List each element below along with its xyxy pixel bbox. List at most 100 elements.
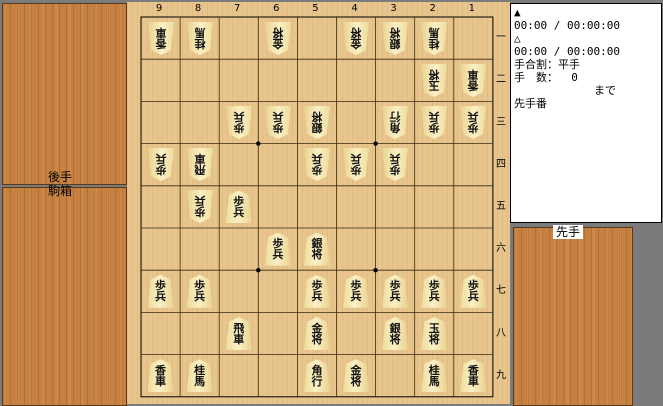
- piece-gote[interactable]: 香車: [460, 64, 486, 97]
- piece-glyph: 馬: [428, 374, 440, 388]
- gote-mark: △: [514, 32, 521, 45]
- rank-number: 三: [496, 116, 506, 128]
- piece-gote[interactable]: 歩兵: [343, 148, 369, 181]
- piece-glyph: 角: [389, 121, 401, 135]
- piece-glyph: 車: [233, 332, 245, 346]
- piece-sente[interactable]: 歩兵: [225, 190, 252, 224]
- hoshi-dot: [256, 141, 261, 146]
- piece-sente[interactable]: 桂馬: [186, 359, 213, 393]
- piece-gote[interactable]: 香車: [148, 22, 174, 55]
- piece-sente[interactable]: 歩兵: [382, 274, 409, 308]
- piece-sente[interactable]: 玉将: [421, 317, 448, 350]
- piece-glyph: 銀: [311, 121, 323, 135]
- piece-glyph: 兵: [428, 110, 440, 124]
- piece-glyph: 将: [311, 248, 323, 262]
- piece-sente[interactable]: 飛車: [225, 317, 252, 350]
- piece-glyph: 兵: [194, 194, 206, 208]
- sente-komadai-label: 先手: [553, 225, 583, 239]
- file-number: 8: [194, 3, 202, 14]
- piece-sente[interactable]: 歩兵: [303, 274, 330, 308]
- piece-glyph: 馬: [194, 26, 206, 40]
- piece-sente[interactable]: 歩兵: [264, 232, 291, 266]
- piece-gote[interactable]: 玉将: [421, 64, 447, 97]
- hoshi-dot: [256, 268, 261, 273]
- piece-glyph: 兵: [467, 110, 479, 124]
- piece-gote[interactable]: 角行: [382, 106, 408, 139]
- piece-gote[interactable]: 歩兵: [187, 190, 213, 223]
- piece-glyph: 車: [194, 152, 206, 166]
- file-number: 7: [234, 3, 241, 14]
- piece-sente[interactable]: 金将: [303, 317, 330, 350]
- piece-glyph: 将: [389, 26, 401, 40]
- piece-glyph: 兵: [350, 290, 362, 304]
- rank-number: 九: [496, 369, 506, 381]
- piece-sente[interactable]: 歩兵: [343, 274, 370, 308]
- piece-glyph: 将: [428, 68, 440, 82]
- piece-sente[interactable]: 歩兵: [186, 274, 213, 308]
- piece-glyph: 兵: [194, 290, 206, 304]
- gote-komadai[interactable]: [2, 187, 127, 406]
- piece-glyph: 歩: [233, 121, 245, 135]
- piece-gote[interactable]: 歩兵: [460, 106, 486, 139]
- piece-glyph: 兵: [311, 290, 323, 304]
- piece-glyph: 将: [350, 374, 362, 388]
- piece-glyph: 車: [467, 374, 479, 388]
- piece-glyph: 歩: [311, 163, 323, 177]
- piece-glyph: 馬: [194, 374, 206, 388]
- rank-number: 二: [496, 74, 506, 86]
- piece-glyph: 銀: [389, 37, 401, 51]
- piece-sente[interactable]: 香車: [147, 359, 174, 393]
- piece-sente[interactable]: 歩兵: [460, 274, 487, 308]
- piece-sente[interactable]: 香車: [460, 359, 487, 393]
- piece-gote[interactable]: 歩兵: [382, 148, 408, 181]
- piece-glyph: 兵: [233, 205, 245, 219]
- piece-gote[interactable]: 歩兵: [148, 148, 174, 181]
- file-number: 6: [273, 3, 280, 14]
- piece-gote[interactable]: 歩兵: [304, 148, 330, 181]
- piece-gote[interactable]: 歩兵: [265, 106, 291, 139]
- piece-gote[interactable]: 桂馬: [421, 22, 447, 55]
- piece-glyph: 車: [155, 26, 167, 40]
- piece-sente[interactable]: 金将: [343, 359, 370, 393]
- sente-komadai[interactable]: [513, 227, 633, 406]
- piece-gote[interactable]: 歩兵: [226, 106, 252, 139]
- piece-glyph: 兵: [233, 110, 245, 124]
- rank-number: 七: [496, 285, 506, 297]
- piece-gote[interactable]: 銀将: [382, 22, 408, 55]
- piece-glyph: 兵: [389, 152, 401, 166]
- piece-glyph: 桂: [428, 37, 440, 51]
- piece-sente[interactable]: 歩兵: [147, 274, 174, 308]
- piece-sente[interactable]: 角行: [303, 359, 330, 393]
- sente-time: 00:00 / 00:00:00: [514, 19, 620, 32]
- piece-gote[interactable]: 飛車: [187, 148, 213, 181]
- piece-sente[interactable]: 歩兵: [421, 274, 448, 308]
- piece-gote[interactable]: 桂馬: [187, 22, 213, 55]
- rank-number: 六: [496, 243, 506, 255]
- piece-glyph: 将: [389, 332, 401, 346]
- gote-komadai-label: 後手 駒箱: [40, 170, 80, 198]
- piece-glyph: 将: [428, 332, 440, 346]
- piece-sente[interactable]: 銀将: [303, 232, 330, 266]
- piece-glyph: 行: [311, 374, 323, 388]
- file-number: 5: [312, 3, 319, 14]
- piece-glyph: 兵: [428, 290, 440, 304]
- piece-gote[interactable]: 銀将: [304, 106, 330, 139]
- piece-gote[interactable]: 金将: [343, 22, 369, 55]
- piece-gote[interactable]: 歩兵: [421, 106, 447, 139]
- komabako-label: 駒箱: [47, 184, 72, 198]
- rank-number: 四: [496, 158, 506, 170]
- piece-sente[interactable]: 銀将: [382, 317, 409, 350]
- piece-gote[interactable]: 金将: [265, 22, 291, 55]
- piece-glyph: 金: [350, 37, 362, 51]
- rank-number: 八: [496, 327, 506, 339]
- piece-sente[interactable]: 桂馬: [421, 359, 448, 393]
- piece-glyph: 車: [467, 68, 479, 82]
- piece-glyph: 銀: [389, 321, 401, 335]
- piece-glyph: 玉: [428, 321, 440, 335]
- sente-mark: ▲: [514, 6, 521, 19]
- piece-glyph: 歩: [428, 121, 440, 135]
- piece-glyph: 香: [155, 37, 167, 51]
- file-number: 9: [155, 3, 163, 14]
- piece-glyph: 兵: [155, 152, 167, 166]
- piece-glyph: 玉: [428, 79, 440, 93]
